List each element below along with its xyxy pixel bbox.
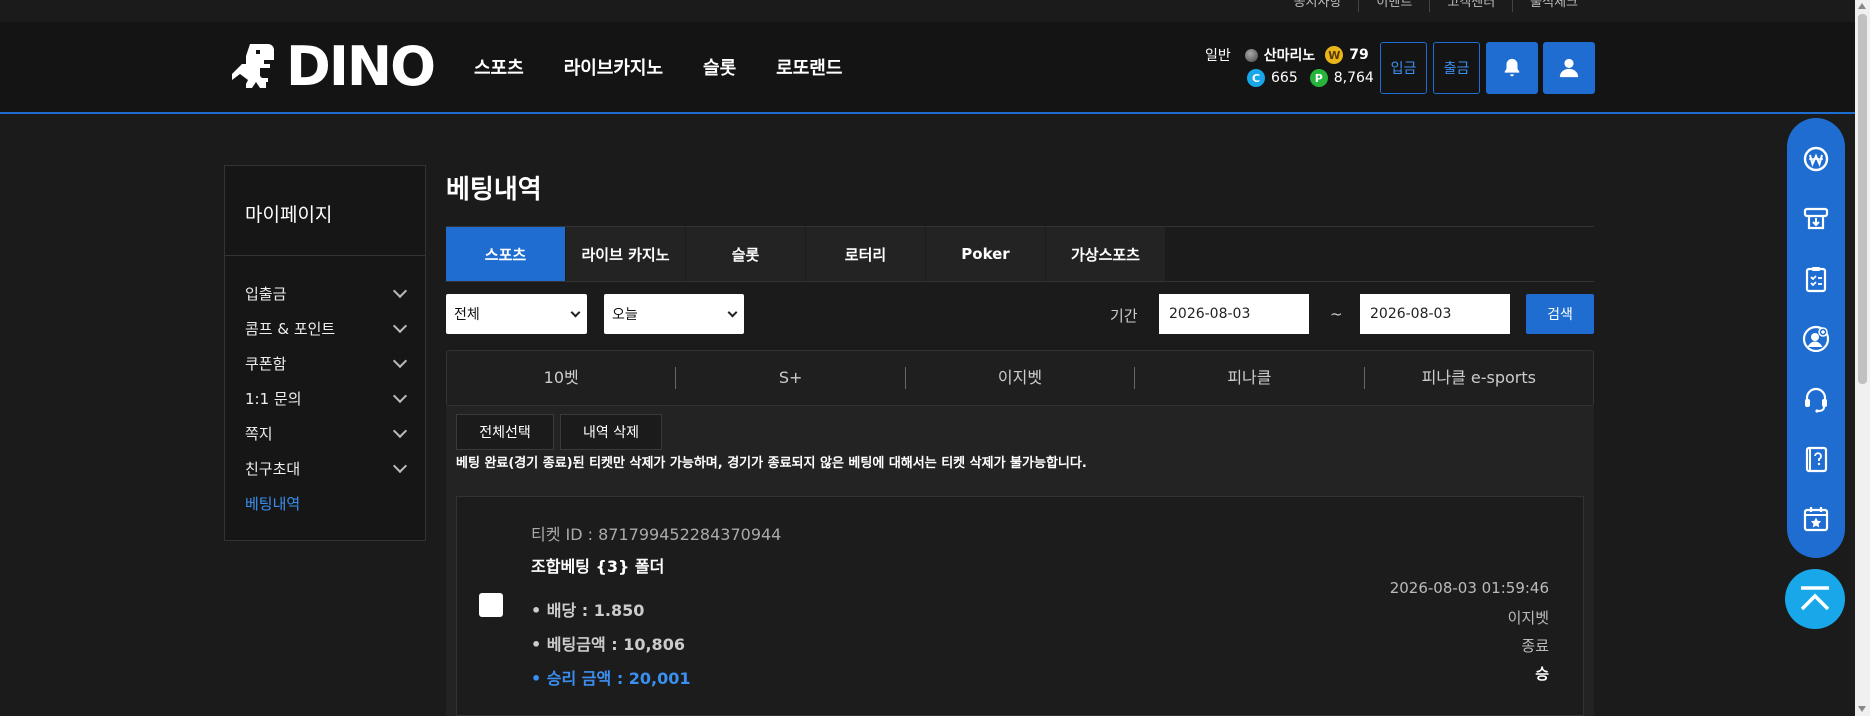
date-to-input[interactable]: [1360, 294, 1510, 334]
top-link-notice[interactable]: 공지사항: [1277, 0, 1360, 12]
top-link-support[interactable]: 고객센터: [1430, 0, 1514, 12]
p-coin-icon: P: [1309, 69, 1328, 87]
ticket-checkbox[interactable]: [479, 593, 503, 617]
sidebar-item-message[interactable]: 쪽지: [225, 416, 425, 451]
main-nav: 스포츠 라이브카지노 슬롯 로또랜드: [474, 54, 842, 80]
clipboard-list-icon[interactable]: [1800, 263, 1832, 295]
withdraw-tray-icon[interactable]: [1800, 203, 1832, 235]
type-select[interactable]: 전체: [446, 294, 587, 334]
site-logo[interactable]: DINO: [232, 35, 436, 98]
logo-text: DINO: [286, 35, 436, 98]
chevron-down-icon: [392, 458, 408, 473]
w-coin-icon: W: [1325, 46, 1344, 64]
delete-history-button[interactable]: 내역 삭제: [560, 414, 662, 450]
tab-sports[interactable]: 스포츠: [446, 227, 565, 281]
tab-live-casino[interactable]: 라이브 카지노: [566, 227, 685, 281]
filter-bar: 전체 오늘 기간 ~ 검색: [446, 294, 1594, 334]
c-coin-icon: C: [1247, 69, 1265, 87]
notification-button[interactable]: [1486, 42, 1538, 94]
scroll-down-arrow[interactable]: [1858, 706, 1866, 712]
provider-filter: 10벳 S+ 이지벳 피나클 피나클 e-sports: [446, 350, 1594, 406]
scroll-to-top-button[interactable]: [1785, 569, 1845, 629]
chevron-up-icon: [1800, 586, 1830, 611]
chevron-down-icon: [727, 307, 738, 317]
headset-icon[interactable]: [1800, 383, 1832, 415]
top-link-attendance[interactable]: 출석체크: [1513, 0, 1578, 12]
ticket-datetime: 2026-08-03 01:59:46: [1389, 579, 1549, 597]
provider-pinnacle[interactable]: 피나클: [1135, 367, 1365, 389]
bet-ticket: 티켓 ID : 871799452284370944 조합베팅 {3} 폴더 •…: [456, 496, 1584, 716]
scrollbar-thumb[interactable]: [1858, 14, 1867, 384]
sidebar-item-deposit-withdraw[interactable]: 입출금: [225, 276, 425, 311]
chevron-down-icon: [570, 307, 581, 317]
betting-list: 전체선택 내역 삭제 베팅 완료(경기 종료)된 티켓만 삭제가 가능하며, 경…: [446, 406, 1594, 716]
mypage-sidebar: 마이페이지 입출금 콤프 & 포인트 쿠폰함 1:1 문의 쪽지 친구초대 베팅…: [224, 165, 426, 541]
range-select[interactable]: 오늘: [604, 294, 744, 334]
chevron-down-icon: [392, 388, 408, 403]
search-button[interactable]: 검색: [1526, 294, 1594, 334]
sidebar-item-coupon[interactable]: 쿠폰함: [225, 346, 425, 381]
sidebar-item-inquiry[interactable]: 1:1 문의: [225, 381, 425, 416]
ticket-odds: • 배당 : 1.850: [531, 601, 645, 620]
sidebar-item-betting-history[interactable]: 베팅내역: [225, 486, 425, 521]
top-link-event[interactable]: 이벤트: [1359, 0, 1431, 12]
chevron-down-icon: [392, 423, 408, 438]
c-value: 665: [1271, 70, 1298, 86]
provider-splus[interactable]: S+: [676, 367, 906, 389]
period-label: 기간: [1110, 307, 1138, 325]
top-links: 공지사항 이벤트 고객센터 출석체크: [1277, 0, 1578, 12]
w-value: 79: [1349, 47, 1369, 63]
ticket-id: 티켓 ID : 871799452284370944: [531, 525, 782, 544]
select-all-button[interactable]: 전체선택: [456, 414, 554, 450]
user-add-icon[interactable]: [1800, 323, 1832, 355]
game-tabs: 스포츠 라이브 카지노 슬롯 로터리 Poker 가상스포츠: [446, 226, 1594, 282]
ticket-result: 승: [1535, 665, 1549, 683]
tab-lottery[interactable]: 로터리: [806, 227, 925, 281]
withdraw-button[interactable]: 출금: [1433, 42, 1480, 94]
deposit-button[interactable]: 입금: [1380, 42, 1427, 94]
sidebar-title: 마이페이지: [225, 166, 425, 256]
date-separator: ~: [1330, 305, 1343, 323]
quick-menu-bar: [1787, 118, 1845, 558]
delete-notice: 베팅 완료(경기 종료)된 티켓만 삭제가 가능하며, 경기가 종료되지 않은 …: [456, 456, 1087, 471]
calendar-star-icon[interactable]: [1800, 503, 1832, 535]
level-badge-icon: [1244, 48, 1258, 62]
provider-pinnacle-esports[interactable]: 피나클 e-sports: [1365, 367, 1593, 389]
won-coin-icon[interactable]: [1800, 143, 1832, 175]
site-header: DINO 스포츠 라이브카지노 슬롯 로또랜드 일반 산마리노 W 79 C 6…: [0, 22, 1855, 114]
p-value: 8,764: [1333, 70, 1374, 86]
user-info: 일반 산마리노 W 79 C 665 P 8,764: [1205, 44, 1374, 90]
chevron-down-icon: [392, 353, 408, 368]
profile-button[interactable]: [1543, 42, 1595, 94]
tab-slot[interactable]: 슬롯: [686, 227, 805, 281]
sidebar-item-comp-point[interactable]: 콤프 & 포인트: [225, 311, 425, 346]
page-scrollbar[interactable]: [1855, 0, 1870, 716]
tab-poker[interactable]: Poker: [926, 227, 1045, 281]
user-icon: [1559, 58, 1579, 78]
provider-10bet[interactable]: 10벳: [447, 367, 677, 389]
nav-sports[interactable]: 스포츠: [474, 54, 524, 80]
nav-slot[interactable]: 슬롯: [703, 54, 736, 80]
ticket-status: 종료: [1521, 637, 1549, 655]
dino-logo-icon: [232, 42, 284, 92]
scroll-up-arrow[interactable]: [1858, 3, 1866, 9]
tab-virtual-sports[interactable]: 가상스포츠: [1046, 227, 1165, 281]
top-utility-bar: 공지사항 이벤트 고객센터 출석체크: [0, 0, 1855, 22]
bell-icon: [1504, 58, 1520, 77]
page-title: 베팅내역: [446, 175, 542, 205]
ticket-provider: 이지벳: [1507, 609, 1549, 627]
ticket-win-amount: • 승리 금액 : 20,001: [531, 669, 691, 688]
date-from-input[interactable]: [1159, 294, 1309, 334]
user-name: 산마리노: [1263, 48, 1316, 64]
ticket-type: 조합베팅 {3} 폴더: [531, 557, 665, 576]
user-level: 일반: [1205, 48, 1231, 64]
nav-live-casino[interactable]: 라이브카지노: [564, 54, 663, 80]
sidebar-item-invite[interactable]: 친구초대: [225, 451, 425, 486]
nav-lotto-land[interactable]: 로또랜드: [776, 54, 842, 80]
help-book-icon[interactable]: [1800, 443, 1832, 475]
chevron-down-icon: [392, 283, 408, 298]
provider-easybet[interactable]: 이지벳: [906, 367, 1136, 389]
chevron-down-icon: [392, 318, 408, 333]
ticket-bet-amount: • 베팅금액 : 10,806: [531, 635, 685, 654]
